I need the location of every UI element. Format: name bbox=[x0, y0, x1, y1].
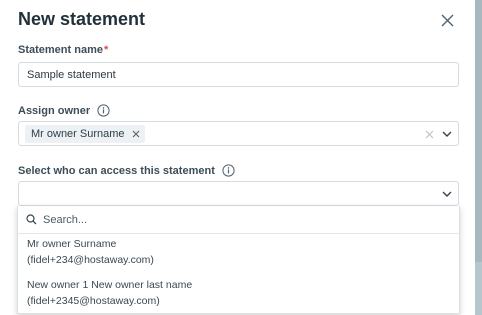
new-statement-modal: New statement Statement name* Assign own… bbox=[0, 0, 475, 315]
selected-owner-tag-label: Mr owner Surname bbox=[31, 128, 125, 140]
option-name: New owner 1 New owner last name bbox=[27, 279, 193, 291]
access-label-text: Select who can access this statement bbox=[18, 164, 215, 177]
required-mark: * bbox=[103, 44, 109, 56]
tag-remove-icon[interactable] bbox=[132, 130, 140, 138]
dropdown-search-input[interactable] bbox=[43, 213, 423, 226]
chevron-down-icon[interactable] bbox=[442, 190, 452, 198]
clear-icon[interactable] bbox=[425, 130, 434, 139]
assign-owner-label: Assign owner bbox=[18, 104, 110, 117]
modal-title: New statement bbox=[18, 9, 146, 29]
dropdown-search bbox=[18, 206, 459, 234]
option-name: Mr owner Surname bbox=[27, 238, 117, 250]
search-icon bbox=[26, 214, 37, 225]
assign-owner-label-text: Assign owner bbox=[18, 104, 91, 117]
access-select[interactable] bbox=[18, 181, 459, 206]
info-icon[interactable] bbox=[222, 164, 235, 177]
close-icon bbox=[441, 14, 453, 26]
statement-name-label-text: Statement name bbox=[18, 44, 103, 56]
option-email: (fidel+234@hostaway.com) bbox=[27, 254, 154, 266]
dropdown-option[interactable]: New owner 1 New owner last name (fidel+2… bbox=[27, 277, 192, 309]
access-label: Select who can access this statement bbox=[18, 164, 235, 177]
option-email: (fidel+2345@hostaway.com) bbox=[27, 295, 160, 307]
statement-name-input[interactable] bbox=[18, 62, 459, 87]
dropdown-option[interactable]: Mr owner Surname (fidel+234@hostaway.com… bbox=[27, 236, 154, 268]
info-icon[interactable] bbox=[97, 104, 110, 117]
close-button[interactable] bbox=[437, 10, 457, 30]
assign-owner-select[interactable]: Mr owner Surname bbox=[18, 121, 459, 146]
statement-name-label: Statement name * bbox=[18, 44, 108, 56]
access-dropdown: Mr owner Surname (fidel+234@hostaway.com… bbox=[17, 206, 460, 314]
chevron-down-icon[interactable] bbox=[442, 130, 452, 138]
selected-owner-tag: Mr owner Surname bbox=[25, 125, 145, 143]
